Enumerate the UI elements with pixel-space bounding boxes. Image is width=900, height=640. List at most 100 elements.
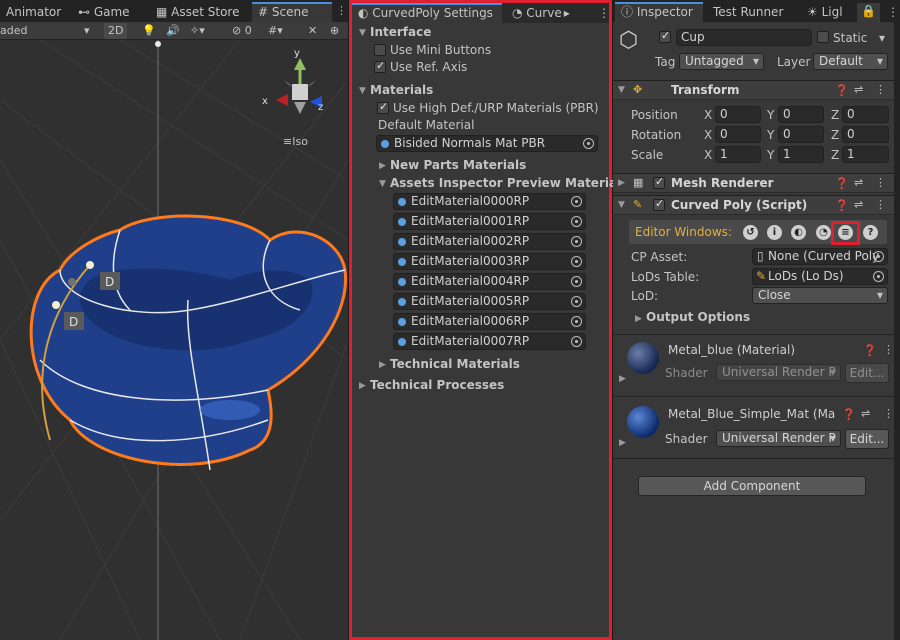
presets-icon[interactable]: ⇌ <box>854 83 863 96</box>
lighting-icon[interactable]: 💡 <box>142 23 156 39</box>
toggle-2d-button[interactable]: 2D <box>104 23 128 39</box>
gizmos-icon[interactable]: ⊕ <box>330 23 339 39</box>
object-picker-icon[interactable] <box>571 256 582 267</box>
cup-mesh[interactable] <box>29 214 348 471</box>
hidden-objects-icon[interactable]: ⊘ 0 <box>232 23 252 39</box>
scene-view[interactable]: Animator ⊷ Game ▦ Asset Store # Scene ⋮ … <box>0 0 348 640</box>
object-name-field[interactable]: Cup <box>676 29 812 46</box>
object-picker-icon[interactable] <box>873 251 884 262</box>
default-material-field[interactable]: Bisided Normals Mat PBR <box>376 135 598 152</box>
static-dropdown-icon[interactable]: ▾ <box>879 31 885 45</box>
foldout-arrow-icon[interactable]: ▶ <box>618 178 625 188</box>
foldout-arrow-icon[interactable]: ▶ <box>619 438 626 448</box>
rotation-z-field[interactable]: 0 <box>842 126 889 143</box>
preview-material-field[interactable]: EditMaterial0002RP <box>393 233 586 250</box>
tools-icon[interactable]: ✕ <box>308 23 317 39</box>
tab-curvedpoly-settings[interactable]: ◐ CurvedPoly Settings <box>352 3 502 23</box>
component-menu-icon[interactable]: ⋮ <box>883 407 894 420</box>
tab-game[interactable]: ⊷ Game <box>72 2 136 22</box>
foldout-arrow-icon[interactable]: ▶ <box>359 381 366 391</box>
preview-materials-title[interactable]: Assets Inspector Preview Materials <box>390 175 628 192</box>
foldout-arrow-icon[interactable]: ▼ <box>618 85 625 95</box>
materials-section-title[interactable]: Materials <box>370 82 433 99</box>
foldout-arrow-icon[interactable]: ▶ <box>379 360 386 370</box>
static-checkbox[interactable] <box>817 31 829 43</box>
component-menu-icon[interactable]: ⋮ <box>875 176 886 189</box>
help-icon[interactable]: ❓ <box>863 344 877 357</box>
tab-lighting[interactable]: ☀ Ligl <box>801 2 849 22</box>
settings-window-button[interactable]: ≡ <box>838 225 853 240</box>
tab-curve[interactable]: ◔ Curve ▸ <box>506 3 576 23</box>
output-options-title[interactable]: Output Options <box>646 310 750 324</box>
mesh-renderer-header[interactable]: ▶ ▦ Mesh Renderer ❓ ⇌ ⋮ <box>613 173 894 193</box>
object-picker-icon[interactable] <box>583 138 594 149</box>
tab-scene[interactable]: # Scene <box>252 2 332 22</box>
technical-processes-title[interactable]: Technical Processes <box>370 377 504 394</box>
foldout-arrow-icon[interactable]: ▼ <box>359 86 366 96</box>
position-x-field[interactable]: 0 <box>715 106 761 123</box>
use-high-def-checkbox[interactable] <box>377 100 389 114</box>
presets-icon[interactable]: ⇌ <box>854 176 863 189</box>
preview-material-field[interactable]: EditMaterial0007RP <box>393 333 586 350</box>
preview-material-field[interactable]: EditMaterial0005RP <box>393 293 586 310</box>
preview-material-field[interactable]: EditMaterial0003RP <box>393 253 586 270</box>
editor-window-button[interactable]: ◔ <box>816 225 831 240</box>
object-picker-icon[interactable] <box>571 296 582 307</box>
scene-canvas[interactable]: D D y x z <box>0 40 348 640</box>
info-button-icon[interactable]: i <box>767 225 782 240</box>
foldout-arrow-icon[interactable]: ▶ <box>379 161 386 171</box>
preview-material-field[interactable]: EditMaterial0004RP <box>393 273 586 290</box>
foldout-arrow-icon[interactable]: ▼ <box>379 179 386 189</box>
position-y-field[interactable]: 0 <box>778 106 824 123</box>
tab-test-runner[interactable]: Test Runner <box>707 2 789 22</box>
preview-material-field[interactable]: EditMaterial0001RP <box>393 213 586 230</box>
foldout-arrow-icon[interactable]: ▼ <box>359 28 366 38</box>
component-menu-icon[interactable]: ⋮ <box>883 343 894 356</box>
technical-materials-title[interactable]: Technical Materials <box>390 356 520 373</box>
layer-dropdown[interactable]: Default <box>813 53 888 70</box>
curved-poly-enabled-checkbox[interactable] <box>653 197 665 211</box>
component-menu-icon[interactable]: ⋮ <box>875 83 886 96</box>
active-checkbox[interactable] <box>659 29 671 43</box>
grid-toggle-icon[interactable]: #▾ <box>268 23 283 39</box>
orientation-gizmo[interactable]: y x z <box>262 48 323 114</box>
component-menu-icon[interactable]: ⋮ <box>875 198 886 211</box>
edit-shader-button[interactable]: Edit... <box>845 363 889 383</box>
presets-icon[interactable]: ⇌ <box>854 198 863 211</box>
lods-table-field[interactable]: ✎ LoDs (Lo Ds) <box>752 268 888 285</box>
help-icon[interactable]: ❓ <box>835 177 849 190</box>
tab-asset-store[interactable]: ▦ Asset Store <box>150 2 246 22</box>
shader-dropdown[interactable]: Universal Render P <box>716 364 841 381</box>
object-picker-icon[interactable] <box>873 271 884 282</box>
edit-shader-button[interactable]: Edit... <box>845 429 889 449</box>
help-icon[interactable]: ❓ <box>842 408 856 421</box>
rotation-x-field[interactable]: 0 <box>715 126 761 143</box>
shading-mode-dropdown[interactable]: aded ▾ <box>0 23 96 39</box>
object-picker-icon[interactable] <box>571 316 582 327</box>
preview-material-field[interactable]: EditMaterial0000RP <box>393 193 586 210</box>
scale-z-field[interactable]: 1 <box>842 146 889 163</box>
tab-menu-icon[interactable]: ⋮ <box>336 3 347 19</box>
preview-material-field[interactable]: EditMaterial0006RP <box>393 313 586 330</box>
foldout-arrow-icon[interactable]: ▼ <box>618 200 625 210</box>
scale-y-field[interactable]: 1 <box>778 146 824 163</box>
curved-poly-header[interactable]: ▼ ✎ Curved Poly (Script) ❓ ⇌ ⋮ <box>613 195 894 215</box>
transform-header[interactable]: ▼ ✥ Transform ❓ ⇌ ⋮ <box>613 80 894 100</box>
tab-animator[interactable]: Animator <box>0 2 67 22</box>
scale-x-field[interactable]: 1 <box>715 146 761 163</box>
help-button-icon[interactable]: ? <box>863 225 878 240</box>
tag-dropdown[interactable]: Untagged <box>679 53 764 70</box>
foldout-arrow-icon[interactable]: ▶ <box>635 314 642 324</box>
lock-icon[interactable]: 🔒 <box>857 3 880 23</box>
use-mini-buttons-checkbox[interactable] <box>374 44 386 56</box>
cp-asset-field[interactable]: ▯ None (Curved Poly <box>752 248 888 265</box>
mesh-renderer-enabled-checkbox[interactable] <box>653 175 665 189</box>
effects-icon[interactable]: ✧▾ <box>190 23 205 39</box>
use-ref-axis-checkbox[interactable] <box>374 59 386 73</box>
control-point[interactable] <box>52 301 60 309</box>
object-picker-icon[interactable] <box>571 276 582 287</box>
new-parts-materials-title[interactable]: New Parts Materials <box>390 157 526 174</box>
position-z-field[interactable]: 0 <box>842 106 889 123</box>
control-point[interactable] <box>68 278 76 286</box>
help-icon[interactable]: ❓ <box>835 199 849 212</box>
